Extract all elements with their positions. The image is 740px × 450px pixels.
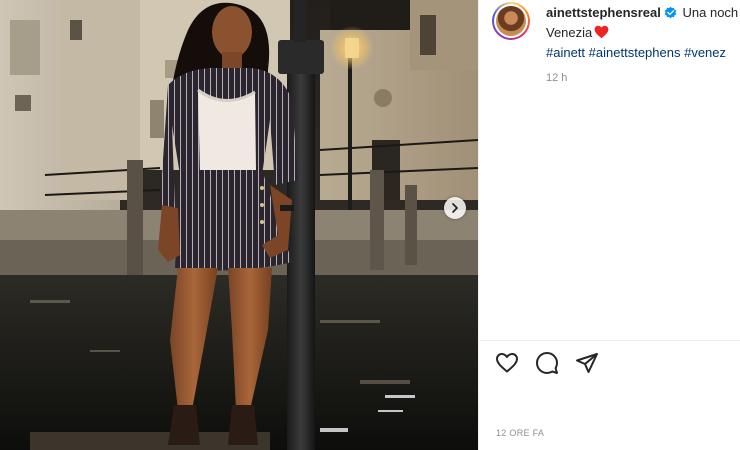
heart-outline-icon <box>495 351 519 380</box>
username-link[interactable]: ainettstephensreal <box>546 5 661 20</box>
caption-text-line1: Una noch <box>682 5 739 20</box>
post-details-panel: ainettstephensreal Una noch Venezia #ain… <box>478 0 740 450</box>
action-bar <box>495 351 599 380</box>
hashtag-link[interactable]: #ainettstephens <box>589 45 681 60</box>
red-heart-emoji <box>594 25 609 44</box>
caption-text-line2: Venezia <box>546 25 593 40</box>
verified-badge-icon <box>664 6 677 24</box>
avatar-image <box>496 6 526 36</box>
post-date[interactable]: 12 ORE FA <box>496 428 544 438</box>
comment-bubble-icon <box>535 351 559 380</box>
post-caption: ainettstephensreal Una noch Venezia #ain… <box>546 4 740 62</box>
caption-timestamp[interactable]: 12 h <box>546 72 567 84</box>
hashtag-link[interactable]: #ainett <box>546 45 585 60</box>
share-button[interactable] <box>575 351 599 380</box>
like-button[interactable] <box>495 351 519 380</box>
divider <box>479 340 740 341</box>
comment-button[interactable] <box>535 351 559 380</box>
post-photo[interactable] <box>0 0 478 450</box>
hashtag-link[interactable]: #venez <box>684 45 726 60</box>
carousel-next-button[interactable] <box>444 197 466 219</box>
paper-plane-icon <box>575 351 599 380</box>
chevron-right-icon <box>449 202 461 214</box>
photo-scene <box>0 0 478 450</box>
avatar[interactable] <box>492 2 530 40</box>
